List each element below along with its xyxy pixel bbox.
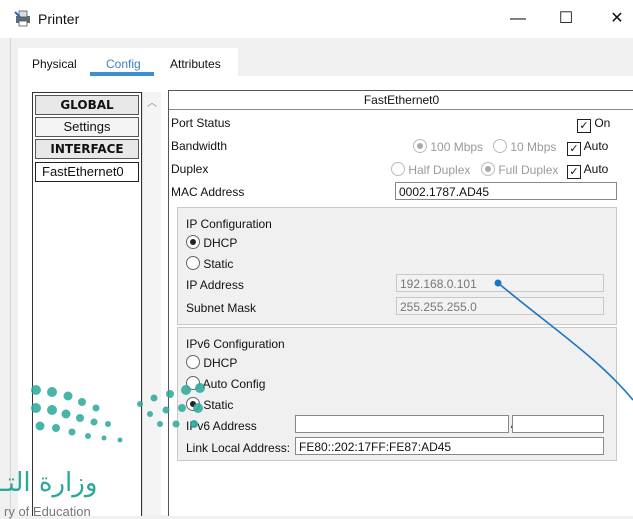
duplex-half-option[interactable]: Half Duplex [391, 162, 470, 177]
duplex-half-label: Half Duplex [408, 163, 471, 177]
duplex-auto-label: Auto [583, 162, 609, 176]
interface-panel: FastEthernet0 Port Status ✓ On Bandwidth… [168, 90, 633, 516]
sidebar-item-fastethernet0[interactable]: FastEthernet0 [35, 162, 139, 182]
sidebar-scrollbar[interactable]: ︿ [142, 92, 161, 515]
ipv6-auto-label: Auto Config [202, 377, 266, 391]
duplex-auto[interactable]: ✓ Auto [567, 162, 608, 179]
bandwidth-auto[interactable]: ✓ Auto [567, 139, 608, 156]
ip-dhcp-label: DHCP [203, 236, 238, 250]
sidebar-item-settings[interactable]: Settings [35, 117, 139, 137]
duplex-full-radio[interactable] [481, 162, 495, 176]
bandwidth-10-option[interactable]: 10 Mbps [493, 139, 556, 154]
panel-title: FastEthernet0 [169, 91, 633, 110]
maximize-button[interactable]: ☐ [546, 6, 586, 32]
duplex-auto-checkbox[interactable]: ✓ [567, 165, 581, 179]
sidebar-item-global[interactable]: GLOBAL [35, 95, 139, 115]
ipv6-dhcp-radio[interactable] [186, 355, 200, 369]
ip-static-option[interactable]: Static [186, 256, 233, 271]
sidebar-item-interface[interactable]: INTERFACE [35, 139, 139, 159]
subnet-mask-field[interactable]: 255.255.255.0 [396, 297, 604, 315]
sidebar-list: GLOBAL Settings INTERFACE FastEthernet0 [32, 92, 142, 516]
bandwidth-100-radio[interactable] [413, 139, 427, 153]
ip-dhcp-option[interactable]: DHCP [186, 235, 237, 250]
ipv6-static-radio[interactable] [186, 397, 200, 411]
bandwidth-auto-label: Auto [583, 139, 609, 153]
bandwidth-label: Bandwidth [171, 139, 228, 153]
minimize-button[interactable]: — [498, 6, 538, 32]
duplex-half-radio[interactable] [391, 162, 405, 176]
watermark-arabic-text: وزارة التـ [0, 468, 98, 498]
ip-config-title: IP Configuration [186, 217, 272, 231]
mac-address-field[interactable]: 0002.1787.AD45 [395, 182, 617, 200]
ipv6-config-title: IPv6 Configuration [186, 337, 285, 351]
mac-address-label: MAC Address [171, 185, 245, 199]
ipv6-address-label: IPv6 Address [186, 419, 257, 433]
ipv6-static-label: Static [203, 398, 234, 412]
ipv6-dhcp-option[interactable]: DHCP [186, 355, 237, 370]
duplex-full-label: Full Duplex [498, 163, 559, 177]
ipv6-dhcp-label: DHCP [203, 356, 238, 370]
port-status-label: Port Status [171, 116, 231, 130]
scroll-up-icon[interactable]: ︿ [147, 94, 157, 109]
tab-attributes[interactable]: Attributes [170, 57, 221, 71]
close-button[interactable]: ✕ [597, 6, 633, 32]
port-status-on-label: On [594, 116, 611, 130]
link-local-field: FE80::202:17FF:FE87:AD45 [295, 437, 604, 455]
ip-address-label: IP Address [186, 278, 244, 292]
duplex-label: Duplex [171, 162, 209, 176]
ipv6-auto-option[interactable]: Auto Config [186, 376, 265, 391]
port-status-on[interactable]: ✓ On [577, 116, 610, 133]
ip-static-label: Static [203, 257, 234, 271]
ipv6-prefix-field[interactable] [512, 415, 604, 433]
bandwidth-100-option[interactable]: 100 Mbps [413, 139, 483, 154]
port-status-checkbox[interactable]: ✓ [577, 119, 591, 133]
ipv6-auto-radio[interactable] [186, 376, 200, 390]
title-bar: Printer — ☐ ✕ [0, 0, 633, 38]
ipv6-address-field[interactable] [295, 415, 509, 433]
window-title: Printer [38, 11, 80, 27]
bandwidth-100-label: 100 Mbps [430, 140, 484, 154]
duplex-full-option[interactable]: Full Duplex [481, 162, 558, 177]
watermark-english-text: ry of Education [4, 504, 91, 519]
bandwidth-10-label: 10 Mbps [510, 140, 557, 154]
ip-static-radio[interactable] [186, 256, 200, 270]
subnet-mask-label: Subnet Mask [186, 301, 257, 315]
bandwidth-auto-checkbox[interactable]: ✓ [567, 142, 581, 156]
tab-config[interactable]: Config [106, 57, 141, 71]
ipv6-config-group: IPv6 Configuration DHCP Auto Config Stat… [177, 327, 617, 461]
ip-address-field[interactable]: 192.168.0.101 [396, 274, 604, 292]
ip-config-group: IP Configuration DHCP Static IP Address … [177, 207, 617, 325]
ip-dhcp-radio[interactable] [186, 235, 200, 249]
bandwidth-10-radio[interactable] [493, 139, 507, 153]
ipv6-static-option[interactable]: Static [186, 397, 233, 412]
link-local-label: Link Local Address: [186, 441, 291, 455]
printer-icon [14, 10, 30, 27]
tab-physical[interactable]: Physical [32, 57, 77, 71]
